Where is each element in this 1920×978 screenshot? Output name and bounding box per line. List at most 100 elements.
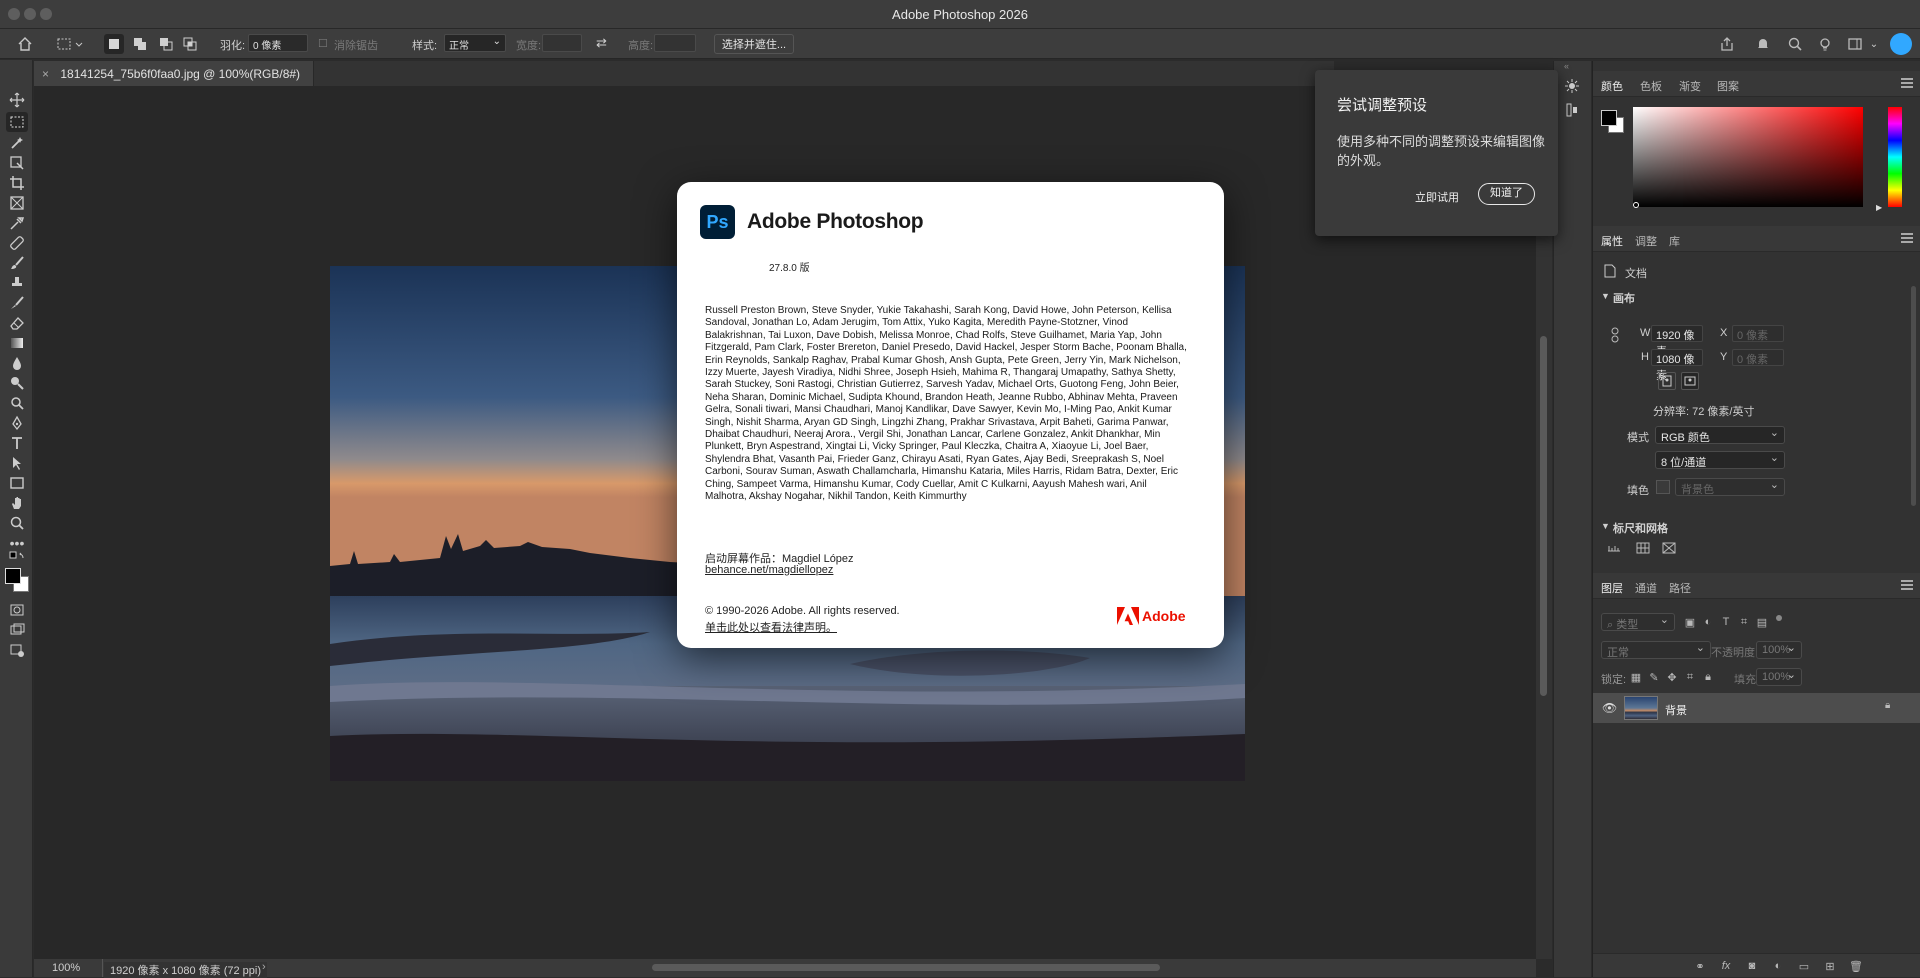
horizontal-scrollbar[interactable] [652,964,1160,971]
lock-transparency-icon[interactable]: ▦ [1627,668,1645,686]
blur-tool-icon[interactable] [6,353,28,373]
close-tab-icon[interactable]: × [42,67,49,81]
adjustment-presets-icon[interactable] [1563,77,1581,95]
clone-stamp-icon[interactable] [6,273,28,293]
pen-tool-icon[interactable] [6,413,28,433]
document-tab[interactable]: × 18141254_75b6f0faa0.jpg @ 100%(RGB/8#) [34,61,314,86]
marquee-preset-picker[interactable] [54,34,88,54]
properties-strip-icon[interactable] [1563,101,1581,119]
filter-adjustment-icon[interactable]: ◐ [1699,613,1717,631]
tab-patterns[interactable]: 图案 [1717,78,1739,94]
home-icon[interactable] [14,34,36,54]
canvas-height-input[interactable]: 1080 像素 [1651,349,1703,382]
tab-adjustments[interactable]: 调整 [1635,233,1657,249]
path-selection-icon[interactable] [6,453,28,473]
lock-artboard-icon[interactable]: ⌗ [1681,668,1699,686]
canvas-width-input[interactable]: 1920 像素 [1651,325,1703,358]
foreground-color-swatch[interactable] [5,568,21,584]
new-group-icon[interactable]: ▭ [1795,957,1813,975]
blend-mode-select[interactable]: 正常 [1601,641,1711,659]
layer-row[interactable]: 👁︎ 背景 🔒︎ [1593,693,1920,723]
edit-toolbar-icon[interactable] [6,640,28,660]
fill-select[interactable]: 背景色 [1675,478,1785,496]
collapse-arrows-icon[interactable]: « [1564,61,1569,71]
canvas-x-input[interactable]: 0 像素 [1732,325,1784,342]
eye-icon[interactable]: 👁︎ [1602,701,1617,715]
screen-mode-icon[interactable] [6,620,28,640]
rectangle-tool-icon[interactable] [6,473,28,493]
subtract-selection-icon[interactable] [156,34,176,54]
new-layer-icon[interactable]: ⊞ [1821,957,1839,975]
tab-layers[interactable]: 图层 [1601,580,1623,596]
creative-cloud-icon[interactable] [1890,33,1912,55]
eraser-icon[interactable] [6,313,28,333]
crop-tool-icon[interactable] [6,173,28,193]
filter-image-icon[interactable]: ▣ [1681,613,1699,631]
vertical-scrollbar[interactable] [1540,336,1547,696]
default-colors-icon[interactable] [6,551,28,566]
add-mask-icon[interactable]: ◙ [1743,957,1761,975]
more-tools-icon[interactable]: ••• [6,533,28,553]
width-input[interactable] [542,34,582,52]
grid-icon[interactable] [1634,539,1652,557]
bit-depth-select[interactable]: 8 位/通道 [1655,451,1785,469]
dodge-tool-icon[interactable] [6,373,28,393]
filter-type-icon[interactable]: T [1717,613,1735,631]
guides-icon[interactable] [1660,539,1678,557]
eyedropper-icon[interactable] [6,213,28,233]
tab-libraries[interactable]: 库 [1669,233,1680,249]
move-tool-icon[interactable] [6,90,28,110]
chevron-down-icon[interactable]: ▼ [1601,521,1610,531]
add-selection-icon[interactable] [130,34,150,54]
properties-scrollbar[interactable] [1911,286,1916,506]
height-input[interactable] [654,34,696,52]
select-and-mask-button[interactable]: 选择并遮住... [714,34,794,54]
color-mode-select[interactable]: RGB 颜色 [1655,426,1785,444]
panel-menu-icon[interactable] [1901,233,1913,243]
object-selection-icon[interactable] [6,133,28,153]
tab-swatches[interactable]: 色板 [1640,78,1662,94]
got-it-button[interactable]: 知道了 [1478,183,1535,205]
filter-shape-icon[interactable]: ⌗ [1735,613,1753,631]
chevron-right-icon[interactable]: › [262,961,266,973]
healing-brush-icon[interactable] [6,233,28,253]
delete-layer-icon[interactable]: 🗑︎ [1847,957,1865,975]
search-icon[interactable] [1784,34,1806,54]
canvas-y-input[interactable]: 0 像素 [1732,349,1784,366]
hue-slider-handle[interactable]: ▶ [1876,203,1882,212]
color-picker-field[interactable] [1633,107,1863,207]
brush-tool-icon[interactable] [6,253,28,273]
try-now-button[interactable]: 立即试用 [1415,189,1459,205]
type-tool-icon[interactable] [6,433,28,453]
style-select[interactable]: 正常 ⌄ [444,34,506,52]
lock-position-icon[interactable]: ✥ [1663,668,1681,686]
lock-pixels-icon[interactable]: ✎ [1645,668,1663,686]
quick-mask-icon[interactable] [6,600,28,620]
layer-style-icon[interactable]: fx [1717,957,1735,975]
splash-artist-link[interactable]: behance.net/magdiellopez [705,564,833,576]
chevron-down-icon[interactable]: ▼ [1601,291,1610,301]
swap-icon[interactable]: ⇄ [596,35,607,51]
color-foreground-swatch[interactable] [1601,110,1617,126]
lock-all-icon[interactable]: 🔒︎ [1699,668,1717,686]
antialias-checkbox[interactable]: ☐ [318,37,328,50]
new-selection-icon[interactable] [104,34,124,54]
landscape-orientation-icon[interactable] [1681,372,1699,390]
panel-menu-icon[interactable] [1901,580,1913,590]
history-brush-icon[interactable] [6,293,28,313]
link-icon[interactable] [1606,326,1624,344]
frame-tool-icon[interactable] [6,193,28,213]
lightbulb-icon[interactable] [1814,34,1836,54]
workspace-icon[interactable] [1844,34,1866,54]
panel-menu-icon[interactable] [1901,78,1913,88]
fill-opacity-input[interactable]: 100% [1756,668,1802,686]
tab-paths[interactable]: 路径 [1669,580,1691,596]
tab-properties[interactable]: 属性 [1601,233,1623,249]
search-tool-icon[interactable] [6,393,28,413]
link-layers-icon[interactable]: ⚭ [1691,957,1709,975]
zoom-tool-icon[interactable] [6,513,28,533]
tab-gradients[interactable]: 渐变 [1679,78,1701,94]
tab-color[interactable]: 颜色 [1601,78,1623,94]
rectangular-marquee-icon[interactable] [6,112,28,132]
fill-swatch[interactable] [1656,480,1670,494]
